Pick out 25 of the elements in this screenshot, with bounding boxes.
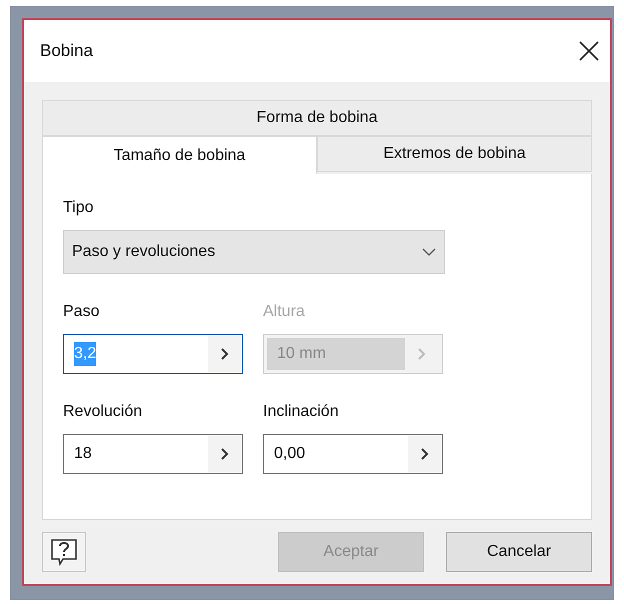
chevron-right-icon[interactable] — [221, 348, 229, 360]
dropdown[interactable]: Paso y revoluciones — [63, 230, 445, 274]
input-field[interactable]: 18 — [63, 434, 243, 474]
chevron-right-icon[interactable] — [221, 448, 229, 460]
dialog-button[interactable]: Cancelar — [446, 532, 592, 572]
field-label: Paso — [63, 302, 100, 322]
input-field[interactable]: 0,00 — [263, 434, 443, 474]
chevron-right-icon[interactable] — [421, 448, 429, 460]
field-value: 10 mm — [277, 344, 326, 364]
help-button[interactable] — [42, 532, 86, 572]
field-value: 0,00 — [274, 444, 306, 464]
field-value: 3,2 — [74, 342, 96, 366]
field-label: Revolución — [63, 402, 144, 422]
field-label: Inclinación — [263, 402, 340, 422]
tab[interactable]: Tamaño de bobina — [42, 136, 317, 174]
close-icon[interactable] — [578, 40, 600, 62]
tab[interactable]: Extremos de bobina — [317, 136, 592, 172]
field-value: 18 — [74, 444, 92, 464]
window-title: Bobina — [40, 40, 93, 62]
field-label: Tipo — [63, 198, 95, 218]
chevron-down-icon — [422, 248, 436, 256]
tab[interactable]: Forma de bobina — [42, 100, 592, 136]
help-icon — [48, 536, 80, 568]
dropdown-value: Paso y revoluciones — [72, 242, 216, 262]
field-label: Altura — [263, 302, 306, 322]
